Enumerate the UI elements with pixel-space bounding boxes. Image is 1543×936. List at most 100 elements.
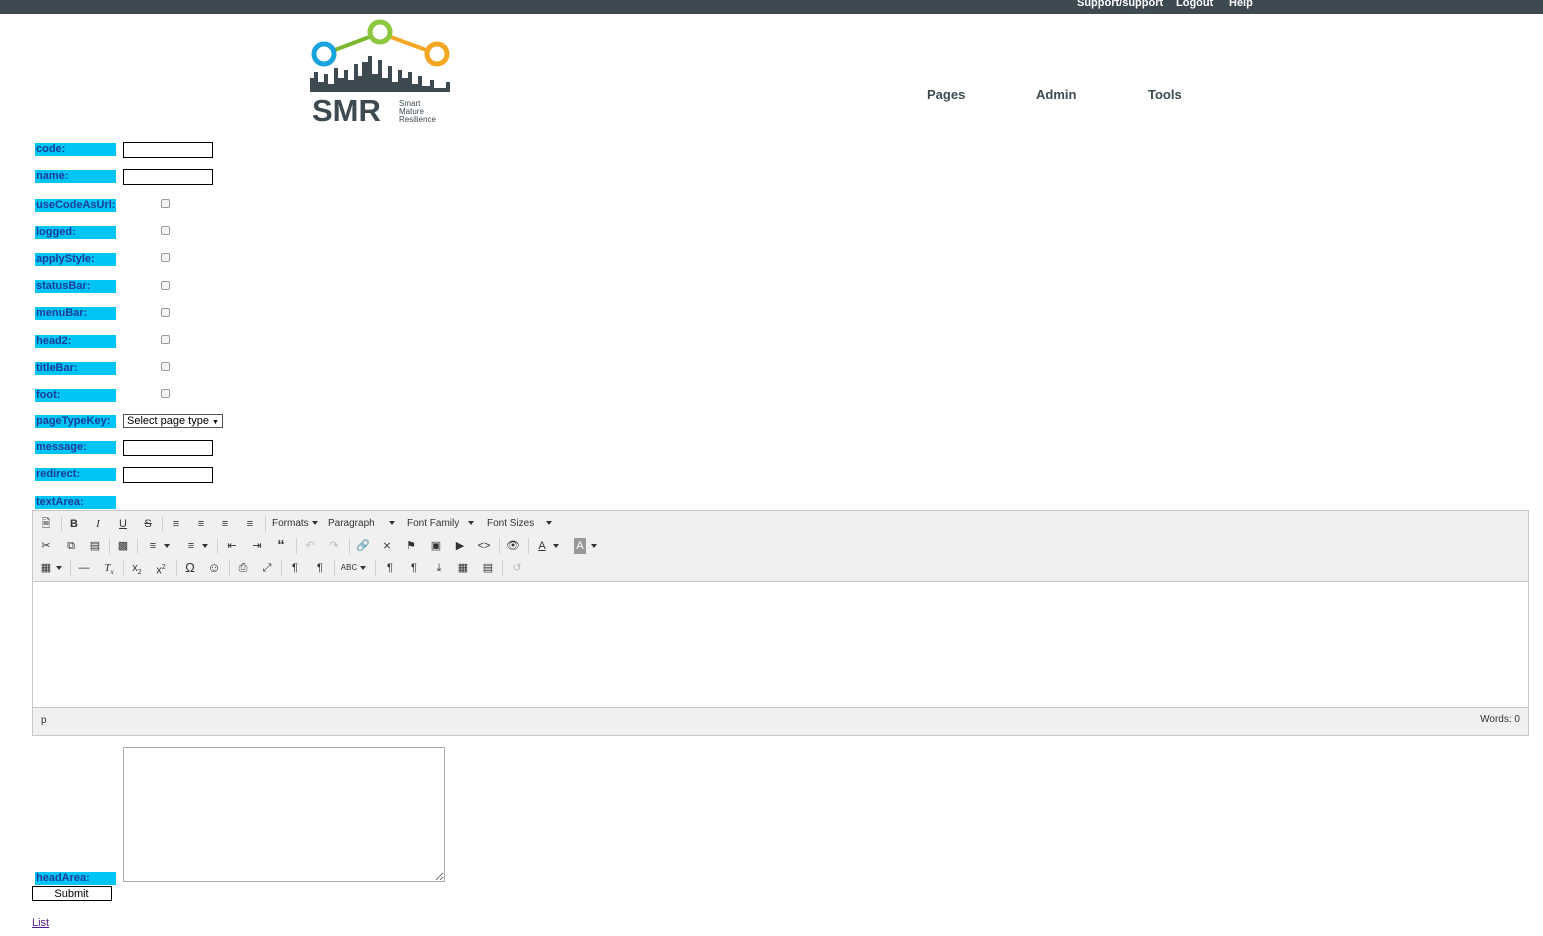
label-redirect: redirect:	[35, 468, 116, 481]
italic-icon[interactable]: I	[89, 516, 107, 532]
spellcheck-icon[interactable]: ABC	[340, 560, 358, 576]
find-replace-icon[interactable]: ▩	[114, 538, 132, 554]
help-link[interactable]: Help	[1229, 0, 1253, 9]
visual-chars-icon[interactable]: ¶	[381, 560, 399, 576]
toolbar-divider	[281, 560, 282, 576]
page-break-icon[interactable]: ▤	[479, 560, 497, 576]
caret-down-icon[interactable]	[551, 538, 561, 554]
status-bar-checkbox[interactable]	[161, 281, 170, 290]
rtl-icon[interactable]: ¶	[311, 560, 329, 576]
numbered-list-icon[interactable]: ≡	[182, 538, 200, 554]
insert-template-icon[interactable]: ⤓	[430, 560, 448, 576]
label-head-area: headArea:	[35, 872, 116, 885]
user-link[interactable]: Support/support	[1077, 0, 1163, 9]
label-text-area: textArea:	[35, 496, 116, 509]
head-area-textarea[interactable]	[123, 747, 445, 882]
paste-icon[interactable]: ▤	[86, 538, 104, 554]
caret-down-icon[interactable]	[200, 538, 210, 554]
redo-icon[interactable]: ↷	[325, 538, 343, 554]
nav-pages[interactable]: Pages	[927, 87, 965, 102]
editor-content-area[interactable]	[33, 581, 1528, 708]
logged-checkbox[interactable]	[161, 226, 170, 235]
paragraph-dropdown[interactable]: Paragraph	[328, 516, 395, 532]
cut-icon[interactable]: ✂	[37, 538, 55, 554]
use-code-as-url-checkbox[interactable]	[161, 199, 170, 208]
background-color-icon[interactable]: A	[574, 538, 586, 554]
print-icon[interactable]: ⎙	[234, 560, 252, 576]
rich-text-editor: 🗎 B I U S ≡ ≡ ≡ ≡ Formats Paragraph Font…	[32, 510, 1529, 736]
foot-checkbox[interactable]	[161, 389, 170, 398]
toolbar-divider	[109, 538, 110, 554]
horizontal-rule-icon[interactable]: —	[75, 560, 93, 576]
paragraph-label: Paragraph	[328, 518, 375, 529]
image-icon[interactable]: ▣	[427, 538, 445, 554]
top-bar: Support/support Logout Help	[0, 0, 1543, 14]
nav-admin[interactable]: Admin	[1036, 87, 1076, 102]
subscript-icon[interactable]: x2	[128, 560, 146, 576]
outdent-icon[interactable]: ⇤	[223, 538, 241, 554]
superscript-icon[interactable]: x2	[152, 560, 170, 577]
align-left-icon[interactable]: ≡	[167, 516, 185, 532]
insert-datetime-icon[interactable]: ▦	[454, 560, 472, 576]
logout-link[interactable]: Logout	[1176, 0, 1213, 9]
formats-label: Formats	[272, 518, 309, 529]
ltr-icon[interactable]: ¶	[286, 560, 304, 576]
font-sizes-dropdown[interactable]: Font Sizes	[487, 516, 553, 532]
anchor-icon[interactable]: ⚑	[402, 538, 420, 554]
editor-element-path[interactable]: p	[41, 715, 47, 726]
restore-draft-icon[interactable]: ↺	[508, 560, 526, 576]
bullet-list-icon[interactable]: ≡	[144, 538, 162, 554]
code-icon[interactable]: <>	[475, 538, 493, 554]
message-input[interactable]	[123, 440, 213, 456]
redirect-input[interactable]	[123, 467, 213, 483]
link-icon[interactable]: 🔗	[354, 538, 372, 554]
align-center-icon[interactable]: ≡	[192, 516, 210, 532]
toolbar-divider	[528, 538, 529, 554]
fullscreen-icon[interactable]: ⤢	[258, 560, 276, 576]
apply-style-checkbox[interactable]	[161, 253, 170, 262]
bold-icon[interactable]: B	[65, 516, 83, 532]
text-color-icon[interactable]: A	[533, 538, 551, 554]
caret-down-icon[interactable]	[54, 560, 64, 576]
page-type-select[interactable]: Select page type ▼	[123, 414, 223, 428]
show-blocks-icon[interactable]: ¶	[405, 560, 423, 576]
clear-formatting-icon[interactable]: Tx	[100, 560, 118, 576]
media-icon[interactable]: ▶	[451, 538, 469, 554]
menu-bar-checkbox[interactable]	[161, 308, 170, 317]
caret-down-icon[interactable]	[589, 538, 599, 554]
formats-dropdown[interactable]: Formats	[272, 516, 318, 532]
caret-down-icon[interactable]	[358, 560, 368, 576]
name-input[interactable]	[123, 169, 213, 185]
toolbar-divider	[265, 516, 266, 532]
new-document-icon[interactable]: 🗎	[37, 516, 55, 532]
logo-title: SMR	[312, 93, 381, 126]
toolbar-divider	[499, 538, 500, 554]
label-head2: head2:	[35, 335, 116, 348]
label-logged: logged:	[35, 226, 116, 239]
strikethrough-icon[interactable]: S	[139, 516, 157, 532]
table-icon[interactable]: ▦	[37, 560, 55, 576]
justify-icon[interactable]: ≡	[241, 516, 259, 532]
nav-tools[interactable]: Tools	[1148, 87, 1182, 102]
undo-icon[interactable]: ↶	[301, 538, 319, 554]
underline-icon[interactable]: U	[114, 516, 132, 532]
align-right-icon[interactable]: ≡	[216, 516, 234, 532]
toolbar-divider	[229, 560, 230, 576]
title-bar-checkbox[interactable]	[161, 362, 170, 371]
emoticons-icon[interactable]: ☺	[205, 560, 223, 576]
toolbar-divider	[176, 560, 177, 576]
head2-checkbox[interactable]	[161, 335, 170, 344]
caret-down-icon[interactable]	[162, 538, 172, 554]
font-family-dropdown[interactable]: Font Family	[407, 516, 475, 532]
blockquote-icon[interactable]: “	[272, 538, 290, 554]
copy-icon[interactable]: ⧉	[62, 538, 80, 554]
code-input[interactable]	[123, 142, 213, 158]
special-character-icon[interactable]: Ω	[181, 560, 199, 576]
indent-icon[interactable]: ⇥	[248, 538, 266, 554]
preview-icon[interactable]: 👁	[504, 538, 522, 554]
unlink-icon[interactable]: ⨯	[378, 538, 396, 554]
label-message: message:	[35, 441, 116, 454]
submit-button[interactable]: Submit	[32, 886, 112, 901]
list-link[interactable]: List	[32, 917, 49, 929]
smr-logo[interactable]: SMR Smart Mature Resilience	[306, 16, 456, 128]
